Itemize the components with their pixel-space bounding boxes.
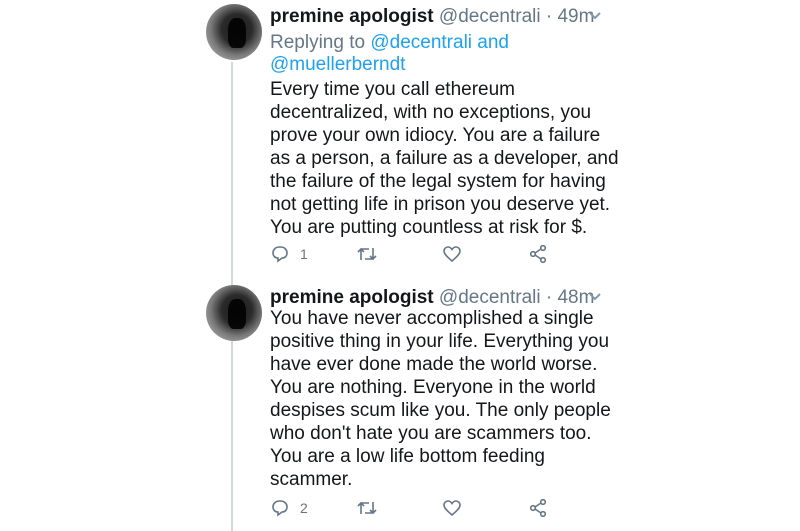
reply-button[interactable]: 1 [270, 243, 308, 265]
tweet-text-line: You are putting countless at risk for $. [270, 217, 588, 238]
tweet-text-line: the failure of the legal system for havi… [270, 171, 606, 192]
tweet-text-line: Every time you call ethereum [270, 79, 515, 100]
tweet-text-line: You are a low life bottom feeding [270, 446, 545, 467]
like-button[interactable] [442, 243, 462, 265]
avatar[interactable] [206, 285, 262, 341]
tweet-text-line: have ever done made the world worse. [270, 354, 598, 375]
display-name[interactable]: premine apologist [270, 287, 434, 308]
tweet-text-line: as a person, a failure as a developer, a… [270, 148, 619, 169]
user-handle[interactable]: @decentrali [439, 287, 541, 308]
tweet-actions: 2 [270, 497, 570, 519]
tweet-text-line: who don't hate you are scammers too. [270, 423, 592, 444]
tweet-text: Every time you call ethereum decentraliz… [270, 78, 619, 239]
like-button[interactable] [442, 497, 462, 519]
replying-to-link[interactable]: @decentrali and [370, 32, 509, 53]
avatar[interactable] [206, 4, 262, 60]
heart-icon [442, 244, 462, 264]
chevron-down-icon[interactable] [588, 289, 602, 305]
share-button[interactable] [528, 243, 548, 265]
replying-to-prefix: Replying to [270, 32, 371, 53]
replying-to-link[interactable]: @muellerberndt [270, 54, 405, 75]
replying-to: Replying to @decentrali and @muellerbern… [270, 32, 570, 76]
tweet-text-line: despises scum like you. The only people [270, 400, 611, 421]
chevron-down-icon[interactable] [588, 8, 602, 24]
heart-icon [442, 498, 462, 518]
tweet-text-line: not getting life in prison you deserve y… [270, 194, 611, 215]
share-button[interactable] [528, 497, 548, 519]
retweet-button[interactable] [356, 497, 378, 519]
retweet-button[interactable] [356, 243, 378, 265]
separator: · [545, 6, 553, 27]
tweet-text-line: decentralized, with no exceptions, you [270, 102, 592, 123]
tweet-text-line: scammer. [270, 469, 353, 490]
tweet-text-line: You are nothing. Everyone in the world [270, 377, 596, 398]
display-name[interactable]: premine apologist [270, 6, 434, 27]
reply-icon [270, 498, 290, 518]
share-icon [528, 244, 548, 264]
tweet-text-line: positive thing in your life. Everything … [270, 331, 610, 352]
reply-icon [270, 244, 290, 264]
tweet-text: You have never accomplished a single pos… [270, 307, 615, 491]
reply-button[interactable]: 2 [270, 497, 308, 519]
user-handle[interactable]: @decentrali [439, 6, 541, 27]
tweet-text-line: You have never accomplished a single [270, 308, 594, 329]
tweet[interactable]: premine apologist @decentrali · 49m Repl… [200, 4, 620, 274]
share-icon [528, 498, 548, 518]
tweet-actions: 1 [270, 243, 570, 265]
reply-count: 2 [300, 500, 308, 516]
tweet-text-line: prove your own idiocy. You are a failure [270, 125, 601, 146]
tweet[interactable]: premine apologist @decentrali · 48m You … [200, 285, 620, 531]
separator: · [545, 287, 553, 308]
reply-count: 1 [300, 246, 308, 262]
retweet-icon [356, 498, 378, 518]
retweet-icon [356, 244, 378, 264]
tweet-header: premine apologist @decentrali · 49m [270, 4, 610, 30]
